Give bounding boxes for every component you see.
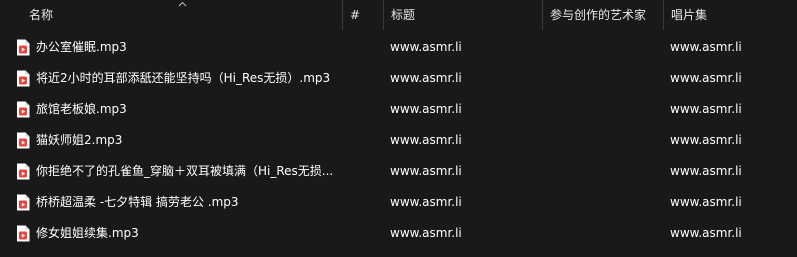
- file-album: www.asmr.li: [670, 195, 742, 209]
- media-file-icon: [17, 194, 30, 211]
- file-title: www.asmr.li: [390, 71, 462, 85]
- media-file-icon: [17, 101, 30, 118]
- file-album: www.asmr.li: [670, 102, 742, 116]
- file-name: 桥桥超温柔 -七夕特辑 搞劳老公 .mp3: [36, 195, 239, 209]
- file-name: 旅馆老板娘.mp3: [36, 102, 127, 116]
- column-header-bar: 名称 # 标题 参与创作的艺术家 唱片集: [0, 0, 797, 30]
- file-row[interactable]: 旅馆老板娘.mp3 www.asmr.li www.asmr.li: [0, 94, 797, 125]
- file-row[interactable]: 你拒绝不了的孔雀鱼_穿脑＋双耳被填满（Hi_Res无损... www.asmr.l…: [0, 156, 797, 187]
- file-name: 猫妖师姐2.mp3: [36, 133, 123, 147]
- file-title: www.asmr.li: [390, 133, 462, 147]
- file-title: www.asmr.li: [390, 102, 462, 116]
- column-header-artist[interactable]: 参与创作的艺术家: [543, 0, 663, 30]
- media-file-icon: [17, 39, 30, 56]
- file-row[interactable]: 将近2小时的耳部添舐还能坚持吗（Hi_Res无损）.mp3 www.asmr.li…: [0, 63, 797, 94]
- file-name: 办公室催眠.mp3: [36, 40, 127, 54]
- file-name: 你拒绝不了的孔雀鱼_穿脑＋双耳被填满（Hi_Res无损...: [36, 164, 334, 178]
- file-album: www.asmr.li: [670, 71, 742, 85]
- file-album: www.asmr.li: [670, 164, 742, 178]
- column-header-title[interactable]: 标题: [384, 0, 542, 30]
- media-file-icon: [17, 132, 30, 149]
- media-file-icon: [17, 163, 30, 180]
- file-album: www.asmr.li: [670, 226, 742, 240]
- file-title: www.asmr.li: [390, 226, 462, 240]
- sort-ascending-icon: [178, 1, 187, 7]
- file-row[interactable]: 猫妖师姐2.mp3 www.asmr.li www.asmr.li: [0, 125, 797, 156]
- file-title: www.asmr.li: [390, 40, 462, 54]
- media-file-icon: [17, 225, 30, 242]
- column-header-number[interactable]: #: [343, 0, 383, 30]
- file-album: www.asmr.li: [670, 133, 742, 147]
- file-row[interactable]: 桥桥超温柔 -七夕特辑 搞劳老公 .mp3 www.asmr.li www.asmr…: [0, 187, 797, 218]
- file-name: 修女姐姐续集.mp3: [36, 226, 139, 240]
- file-row[interactable]: 办公室催眠.mp3 www.asmr.li www.asmr.li: [0, 32, 797, 63]
- file-name: 将近2小时的耳部添舐还能坚持吗（Hi_Res无损）.mp3: [36, 71, 331, 85]
- file-title: www.asmr.li: [390, 164, 462, 178]
- column-header-album[interactable]: 唱片集: [664, 0, 797, 30]
- file-list-view: 名称 # 标题 参与创作的艺术家 唱片集 办公室催眠.mp3 www.asmr.l…: [0, 0, 797, 257]
- media-file-icon: [17, 70, 30, 87]
- file-row[interactable]: 修女姐姐续集.mp3 www.asmr.li www.asmr.li: [0, 218, 797, 249]
- file-title: www.asmr.li: [390, 195, 462, 209]
- file-album: www.asmr.li: [670, 40, 742, 54]
